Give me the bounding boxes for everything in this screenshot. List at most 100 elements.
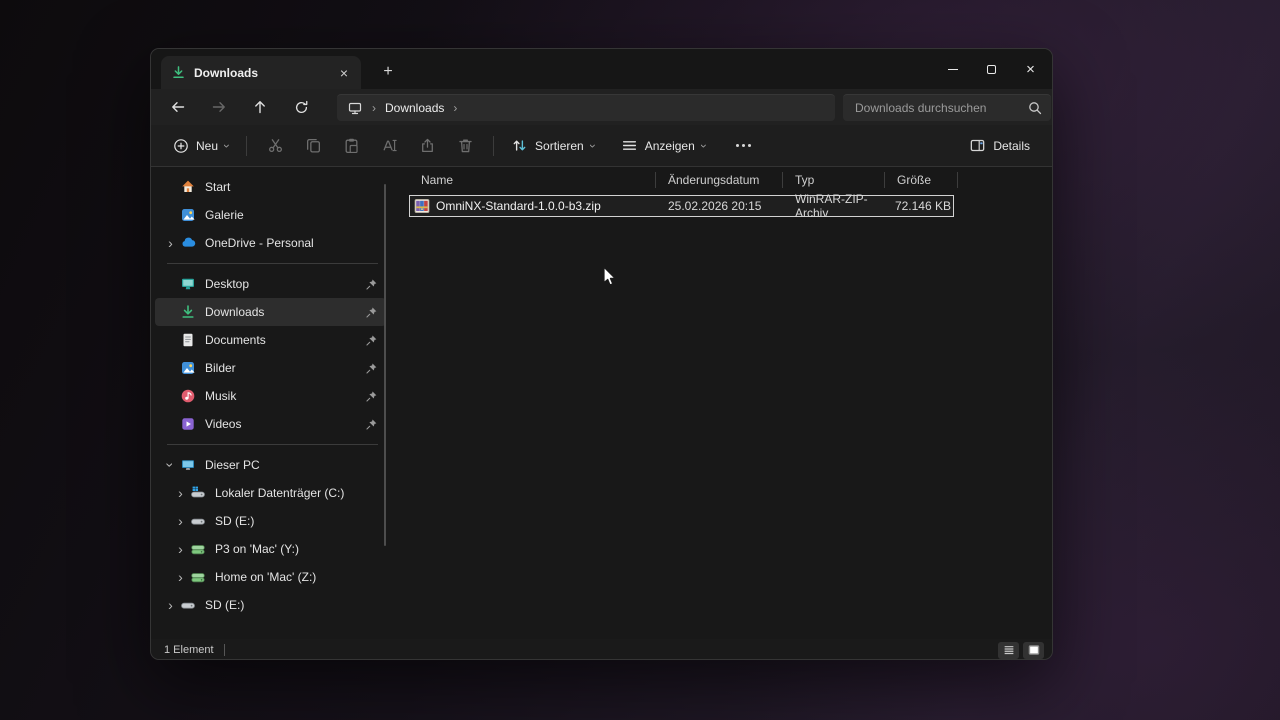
dot-icon — [736, 144, 739, 147]
close-icon: × — [1026, 62, 1035, 77]
toolbar: Neu › Sortieren › Anzeigen › — [151, 125, 1052, 167]
breadcrumb-segment-downloads[interactable]: Downloads — [385, 101, 444, 115]
gallery-icon — [180, 207, 196, 223]
new-tab-button[interactable]: + — [375, 59, 401, 85]
column-header-date[interactable]: Änderungsdatum — [656, 172, 783, 188]
sidebar-item-galerie[interactable]: Galerie — [155, 201, 386, 229]
sidebar-item-videos[interactable]: Videos — [155, 410, 386, 438]
search-icon — [1027, 100, 1043, 116]
copy-button[interactable] — [296, 130, 330, 162]
sidebar-item-drive-home-mac[interactable]: › Home on 'Mac' (Z:) — [155, 563, 386, 591]
column-header-size[interactable]: Größe — [885, 172, 958, 188]
file-row-selected[interactable]: OmniNX-Standard-1.0.0-b3.zip 25.02.2026 … — [409, 195, 954, 217]
refresh-icon — [294, 100, 309, 115]
share-icon — [419, 137, 436, 154]
maximize-icon — [987, 65, 996, 74]
sidebar-item-drive-c[interactable]: › Lokaler Datenträger (C:) — [155, 479, 386, 507]
column-header-name[interactable]: Name — [409, 172, 656, 188]
sidebar-item-drive-sd-e[interactable]: › SD (E:) — [155, 507, 386, 535]
plus-circle-icon — [173, 138, 189, 154]
search-input[interactable] — [855, 101, 1027, 115]
new-button[interactable]: Neu › — [165, 130, 237, 162]
address-bar: › Downloads › — [151, 89, 1052, 125]
forward-button[interactable] — [204, 93, 234, 121]
file-explorer-window: Downloads × + × › Downloads › — [150, 48, 1053, 660]
chevron-right-icon[interactable]: › — [178, 486, 183, 500]
trash-icon — [457, 137, 474, 154]
this-pc-icon — [180, 457, 196, 473]
tab-downloads[interactable]: Downloads × — [161, 56, 361, 89]
sidebar-item-label: Videos — [205, 417, 241, 431]
details-button-label: Details — [993, 139, 1030, 153]
sidebar-item-bilder[interactable]: Bilder — [155, 354, 386, 382]
sidebar-item-label: Home on 'Mac' (Z:) — [215, 570, 316, 584]
thumbnail-view-toggle[interactable] — [1023, 642, 1044, 659]
up-button[interactable] — [245, 93, 275, 121]
breadcrumb[interactable]: › Downloads › — [337, 94, 835, 121]
music-icon — [180, 388, 196, 404]
view-button-label: Anzeigen — [645, 139, 695, 153]
forward-icon — [211, 99, 227, 115]
document-icon — [180, 332, 196, 348]
back-icon — [170, 99, 186, 115]
chevron-right-icon[interactable]: › — [372, 102, 376, 114]
rename-button[interactable] — [372, 130, 406, 162]
toolbar-divider — [493, 136, 494, 156]
file-date: 25.02.2026 20:15 — [656, 199, 783, 213]
sidebar-item-start[interactable]: Start — [155, 173, 386, 201]
column-header-type[interactable]: Typ — [783, 172, 885, 188]
sidebar-separator — [167, 438, 378, 451]
paste-button[interactable] — [334, 130, 368, 162]
sidebar-item-drive-sd-e-2[interactable]: › SD (E:) — [155, 591, 386, 619]
back-button[interactable] — [163, 93, 193, 121]
chevron-right-icon[interactable]: › — [453, 102, 457, 114]
pin-icon — [365, 278, 378, 291]
sidebar-item-dieser-pc[interactable]: › Dieser PC — [155, 451, 386, 479]
desktop-icon — [180, 276, 196, 292]
details-view-toggle[interactable] — [998, 642, 1019, 659]
sidebar-item-label: OneDrive - Personal — [205, 236, 314, 250]
sidebar-item-label: P3 on 'Mac' (Y:) — [215, 542, 299, 556]
chevron-down-icon[interactable]: › — [163, 463, 177, 468]
sidebar-item-onedrive[interactable]: › OneDrive - Personal — [155, 229, 386, 257]
download-icon — [171, 65, 186, 80]
navigation-pane: Start Galerie › OneDrive - Personal Desk — [151, 167, 396, 639]
close-button[interactable]: × — [1011, 49, 1050, 89]
cut-button[interactable] — [258, 130, 292, 162]
view-button[interactable]: Anzeigen › — [613, 130, 714, 162]
chevron-right-icon[interactable]: › — [178, 542, 183, 556]
sidebar-scrollbar[interactable] — [384, 184, 386, 546]
maximize-button[interactable] — [972, 49, 1011, 89]
chevron-right-icon[interactable]: › — [168, 598, 173, 612]
video-icon — [180, 416, 196, 432]
sidebar-item-drive-p3-mac[interactable]: › P3 on 'Mac' (Y:) — [155, 535, 386, 563]
sidebar-item-label: Downloads — [205, 305, 264, 319]
sidebar-separator — [167, 257, 378, 270]
more-options-button[interactable] — [726, 144, 761, 147]
pin-icon — [365, 334, 378, 347]
sidebar-item-musik[interactable]: Musik — [155, 382, 386, 410]
delete-button[interactable] — [448, 130, 482, 162]
sidebar-item-desktop[interactable]: Desktop — [155, 270, 386, 298]
sidebar-item-label: Bilder — [205, 361, 236, 375]
toolbar-divider — [246, 136, 247, 156]
chevron-right-icon[interactable]: › — [178, 570, 183, 584]
sidebar-item-documents[interactable]: Documents — [155, 326, 386, 354]
share-button[interactable] — [410, 130, 444, 162]
drive-icon — [190, 513, 206, 529]
download-icon — [180, 304, 196, 320]
chevron-right-icon[interactable]: › — [168, 236, 173, 250]
sort-button[interactable]: Sortieren › — [503, 130, 603, 162]
sidebar-item-downloads[interactable]: Downloads — [155, 298, 386, 326]
minimize-button[interactable] — [933, 49, 972, 89]
sidebar-item-label: SD (E:) — [205, 598, 244, 612]
status-divider — [224, 644, 225, 656]
details-pane-button[interactable]: Details — [961, 130, 1038, 162]
refresh-button[interactable] — [286, 93, 316, 121]
sidebar-item-label: Desktop — [205, 277, 249, 291]
tab-title: Downloads — [194, 66, 327, 80]
chevron-right-icon[interactable]: › — [178, 514, 183, 528]
tab-close-icon[interactable]: × — [335, 64, 353, 82]
sort-button-label: Sortieren — [535, 139, 584, 153]
winrar-zip-icon — [414, 198, 430, 214]
